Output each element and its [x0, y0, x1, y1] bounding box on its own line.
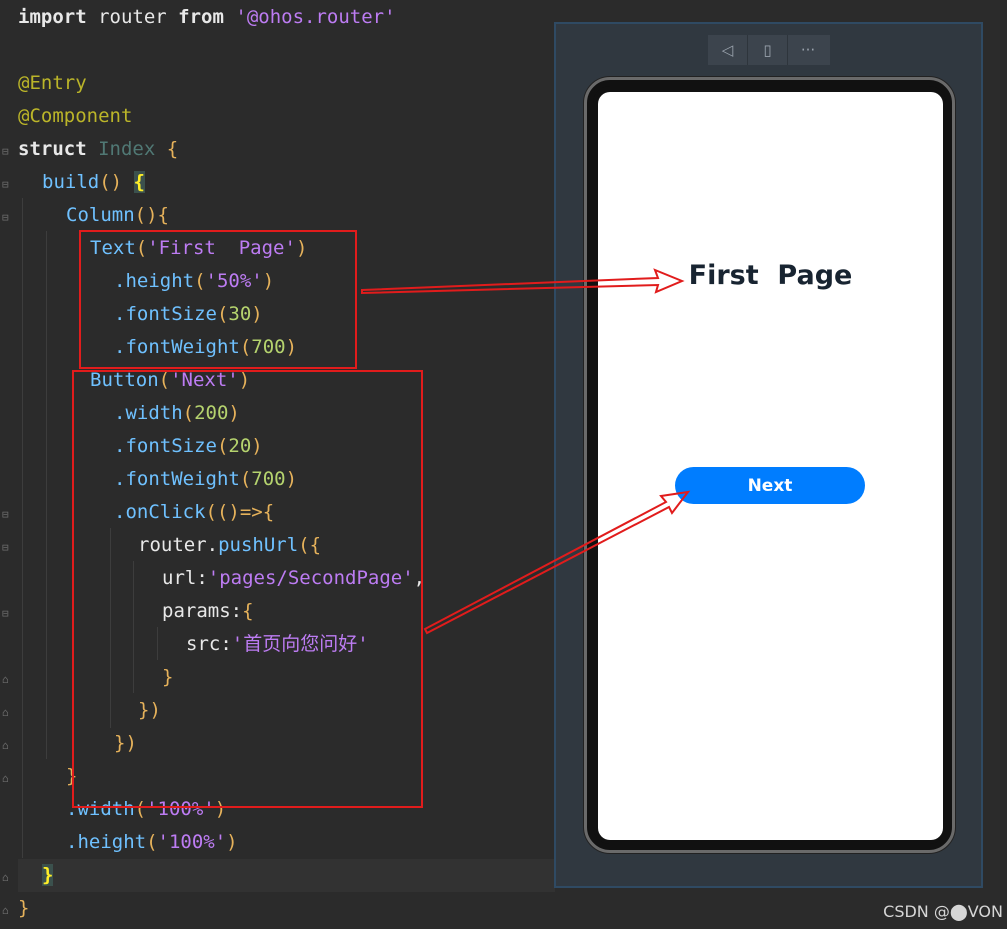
annotation-arrows — [361, 268, 691, 635]
arrow-to-button — [423, 490, 691, 635]
watermark: CSDN @⬤VON — [883, 902, 1003, 921]
arrow-to-title — [361, 268, 685, 295]
